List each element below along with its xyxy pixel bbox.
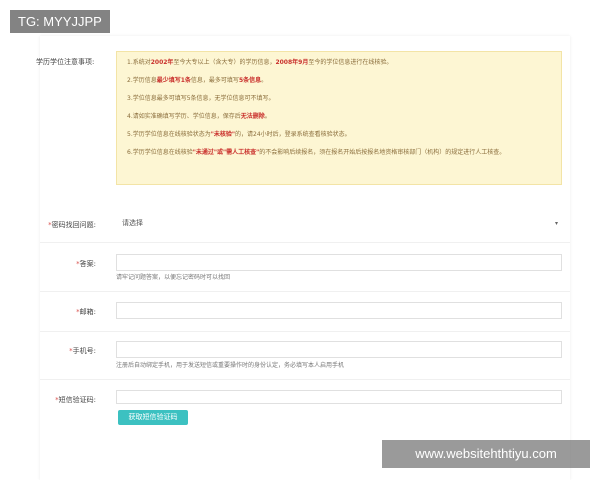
phone-hint: 注册后自动绑定手机，用于发送短信或重要操作时的身份认定，务必填写本人启用手机	[116, 362, 345, 369]
divider	[40, 379, 570, 380]
get-sms-code-button[interactable]: 获取短信验证码	[118, 410, 188, 425]
answer-label: *答案:	[76, 260, 96, 268]
notice-item-6: 6.学历学位信息在线核验"未通过"或"需人工核查"的不会影响后续报名，须在报名开…	[127, 149, 506, 156]
sms-code-input[interactable]	[116, 390, 562, 404]
notice-item-2: 2.学历信息最少填写1条信息，最多可填写5条信息。	[127, 77, 268, 84]
divider	[40, 331, 570, 332]
notice-box: 1.系统对2002年至今大专以上（含大专）的学历信息，2008年9月至今的学位信…	[116, 51, 562, 185]
phone-label: *手机号:	[69, 347, 96, 355]
security-question-select[interactable]: 请选择 ▾	[116, 216, 562, 233]
chevron-down-icon: ▾	[554, 220, 558, 227]
divider	[40, 291, 570, 292]
phone-field[interactable]	[116, 341, 562, 358]
divider	[40, 242, 570, 243]
notice-section-label: 学历学位注意事项:	[36, 58, 95, 66]
notice-item-5: 5.学历学位信息在线核验状态为"未核验"的，请24小时后，登录系统查看核验状态。	[127, 131, 351, 138]
email-label: *邮箱:	[76, 308, 96, 316]
sms-code-label: *短信验证码:	[55, 396, 96, 404]
notice-item-3: 3.学位信息最多可填写5条信息，无学位信息可不填写。	[127, 95, 275, 102]
security-question-label: *密码找回问题:	[48, 221, 96, 229]
email-field[interactable]	[116, 302, 562, 319]
answer-hint: 请牢记问题答案，以便忘记密码时可以找回	[116, 274, 231, 281]
notice-item-4: 4.请如实准确填写学历、学位信息，保存后无法删除。	[127, 113, 271, 120]
notice-item-1: 1.系统对2002年至今大专以上（含大专）的学历信息，2008年9月至今的学位信…	[127, 59, 393, 66]
watermark-top: TG: MYYJJPP	[10, 10, 110, 33]
answer-input[interactable]	[116, 254, 562, 271]
watermark-bottom: www.websitehthtiyu.com	[382, 440, 590, 468]
